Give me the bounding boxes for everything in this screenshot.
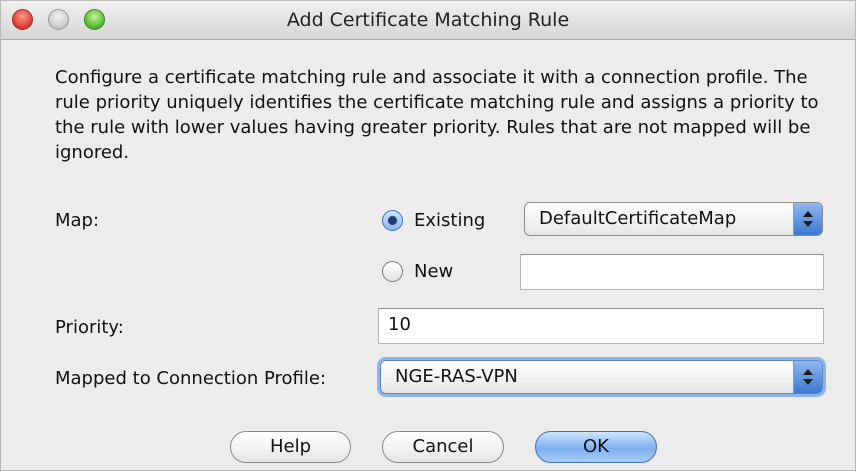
connection-profile-select[interactable]: NGE-RAS-VPN xyxy=(380,360,823,394)
existing-radio-label[interactable]: Existing xyxy=(414,210,485,231)
window-title: Add Certificate Matching Rule xyxy=(286,9,570,31)
select-stepper-icon xyxy=(793,203,822,235)
priority-input[interactable]: 10 xyxy=(378,308,824,344)
existing-radio[interactable] xyxy=(382,210,403,231)
dialog-description: Configure a certificate matching rule an… xyxy=(55,67,819,163)
connection-profile-label: Mapped to Connection Profile: xyxy=(55,368,327,389)
new-map-input[interactable] xyxy=(520,254,824,290)
connection-profile-value: NGE-RAS-VPN xyxy=(395,366,518,387)
new-radio-label[interactable]: New xyxy=(414,261,453,282)
chevron-up-icon xyxy=(803,369,813,375)
cancel-button[interactable]: Cancel xyxy=(382,431,504,463)
help-button[interactable]: Help xyxy=(230,431,351,463)
select-stepper-icon xyxy=(793,361,822,393)
title-bar: Add Certificate Matching Rule xyxy=(1,1,855,40)
dialog-window: Add Certificate Matching Rule Configure … xyxy=(0,0,856,471)
chevron-up-icon xyxy=(803,211,813,217)
existing-map-select[interactable]: DefaultCertificateMap xyxy=(524,202,823,236)
priority-label: Priority: xyxy=(55,317,124,338)
ok-button[interactable]: OK xyxy=(535,431,657,463)
chevron-down-icon xyxy=(803,379,813,385)
new-radio[interactable] xyxy=(382,261,403,282)
existing-map-value: DefaultCertificateMap xyxy=(539,208,737,229)
map-label: Map: xyxy=(55,210,100,231)
chevron-down-icon xyxy=(803,221,813,227)
